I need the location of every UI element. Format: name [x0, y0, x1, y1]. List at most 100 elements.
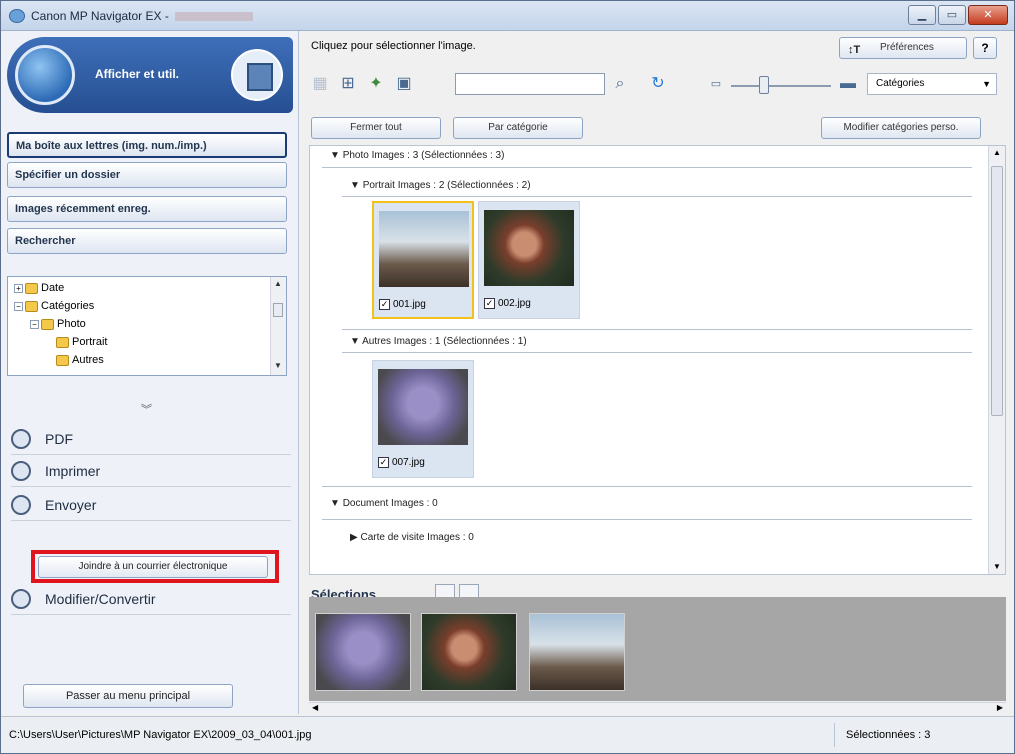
thumbnail-001[interactable]: ✓ 001.jpg: [372, 201, 474, 319]
nav-mailbox[interactable]: Ma boîte aux lettres (img. num./imp.): [7, 132, 287, 158]
tree-item-categories[interactable]: − Catégories: [14, 300, 94, 312]
tree-item-portrait[interactable]: Portrait: [56, 336, 107, 348]
sort-icon: ↕T: [848, 44, 861, 56]
tree-item-others[interactable]: Autres: [56, 354, 104, 366]
close-all-button[interactable]: Fermer tout: [311, 117, 441, 139]
category-tree: + Date − Catégories − Photo Portrait Autres…: [7, 276, 287, 376]
model-name-redacted: [174, 12, 253, 22]
window-controls: ▁ ▭ ✕: [908, 5, 1008, 25]
preferences-button[interactable]: ↕T Préférences: [839, 37, 967, 59]
tray-scrollbar[interactable]: ◀ ▶: [309, 702, 1006, 714]
scroll-down-icon[interactable]: ▼: [274, 361, 282, 370]
content-scrollbar[interactable]: ▲ ▼: [988, 146, 1005, 574]
nav-recent-images[interactable]: Images récemment enreg.: [7, 196, 287, 222]
close-button[interactable]: ✕: [968, 5, 1008, 25]
checkbox-icon[interactable]: ✓: [484, 298, 495, 309]
main-menu-button[interactable]: Passer au menu principal: [23, 684, 233, 708]
checkbox-icon[interactable]: ✓: [378, 457, 389, 468]
section-others-header[interactable]: ▼ Autres Images : 1 (Sélectionnées : 1): [350, 336, 527, 347]
thumbnail-size-slider[interactable]: [759, 76, 769, 94]
folder-icon: [25, 300, 38, 312]
edit-categories-button[interactable]: Modifier catégories perso.: [821, 117, 981, 139]
printer-icon: [11, 461, 31, 481]
action-pdf[interactable]: PDF: [11, 425, 291, 455]
divider: [322, 167, 972, 168]
instruction-text: Cliquez pour sélectionner l'image.: [311, 40, 476, 52]
divider: [342, 352, 972, 353]
maximize-button[interactable]: ▭: [938, 5, 966, 25]
nav-search[interactable]: Rechercher: [7, 228, 287, 254]
divider: [342, 329, 972, 330]
status-selected-count: Sélectionnées : 3: [846, 729, 931, 741]
divider: [322, 519, 972, 520]
right-panel: Cliquez pour sélectionner l'image. ↕T Pr…: [301, 31, 1014, 714]
action-edit-convert[interactable]: Modifier/Convertir: [11, 585, 291, 615]
image-info-icon[interactable]: ▣: [393, 73, 415, 95]
selections-tray: [309, 597, 1006, 701]
expand-icon[interactable]: +: [14, 283, 23, 293]
mail-icon: [11, 495, 31, 515]
chevron-down-icon[interactable]: ︾: [141, 401, 152, 417]
selected-007[interactable]: [315, 613, 411, 691]
left-panel: Afficher et util. Ma boîte aux lettres (…: [1, 31, 299, 714]
tree-item-photo[interactable]: − Photo: [30, 318, 86, 330]
collapse-icon[interactable]: −: [30, 319, 39, 329]
status-path: C:\Users\User\Pictures\MP Navigator EX\2…: [9, 729, 312, 741]
correct-image-icon[interactable]: ✦: [365, 73, 387, 95]
large-thumbnail-icon[interactable]: ▬: [837, 73, 859, 95]
selected-002[interactable]: [421, 613, 517, 691]
section-business-card-header[interactable]: ▶ Carte de visite Images : 0: [350, 532, 474, 543]
section-photo-header[interactable]: ▼ Photo Images : 3 (Sélectionnées : 3): [330, 150, 504, 161]
scroll-down-icon[interactable]: ▼: [993, 562, 1001, 571]
scroll-thumb[interactable]: [991, 166, 1003, 416]
tree-item-date[interactable]: + Date: [14, 282, 64, 294]
scroll-right-icon[interactable]: ▶: [997, 703, 1003, 712]
divider: [322, 486, 972, 487]
view-mode-select[interactable]: Catégories ▼: [867, 73, 997, 95]
mode-header: Afficher et util.: [7, 37, 293, 113]
status-bar: C:\Users\User\Pictures\MP Navigator EX\2…: [1, 716, 1014, 753]
scroll-up-icon[interactable]: ▲: [274, 279, 282, 288]
folder-icon: [25, 282, 38, 294]
refresh-icon[interactable]: ↻: [647, 73, 669, 95]
folder-icon: [41, 318, 54, 330]
help-button[interactable]: ?: [973, 37, 997, 59]
view-use-icon: [231, 49, 283, 101]
folder-icon: [56, 354, 69, 366]
minimize-button[interactable]: ▁: [908, 5, 936, 25]
action-send[interactable]: Envoyer: [11, 491, 291, 521]
section-document-header[interactable]: ▼ Document Images : 0: [330, 498, 438, 509]
app-window: Canon MP Navigator EX - ▁ ▭ ✕ Afficher e…: [0, 0, 1015, 754]
window-title: Canon MP Navigator EX -: [31, 9, 253, 23]
scroll-thumb[interactable]: [273, 303, 283, 317]
edit-icon: [11, 589, 31, 609]
collapse-icon[interactable]: −: [14, 301, 23, 311]
photo-couple-image: [379, 211, 469, 287]
tree-scrollbar[interactable]: ▲ ▼: [270, 277, 286, 375]
select-all-icon[interactable]: ⊞: [337, 73, 359, 95]
thumbnail-size-track[interactable]: [731, 85, 831, 87]
scroll-left-icon[interactable]: ◀: [312, 703, 318, 712]
photo-woman-image: [484, 210, 574, 286]
nav-specify-folder[interactable]: Spécifier un dossier: [7, 162, 287, 188]
photo-flowers-image: [378, 369, 468, 445]
section-portrait-header[interactable]: ▼ Portrait Images : 2 (Sélectionnées : 2…: [350, 180, 531, 191]
small-thumbnail-icon[interactable]: ▭: [705, 73, 727, 95]
thumbnail-002[interactable]: ✓ 002.jpg: [478, 201, 580, 319]
thumbnail-list: ▼ Photo Images : 3 (Sélectionnées : 3) ▼…: [309, 145, 1006, 575]
thumbnail-007[interactable]: ✓ 007.jpg: [372, 360, 474, 478]
chevron-down-icon: ▼: [982, 79, 991, 89]
selected-001[interactable]: [529, 613, 625, 691]
by-category-button[interactable]: Par catégorie: [453, 117, 583, 139]
title-bar: Canon MP Navigator EX - ▁ ▭ ✕: [1, 1, 1014, 31]
checkbox-icon[interactable]: ✓: [379, 299, 390, 310]
action-print[interactable]: Imprimer: [11, 457, 291, 487]
mode-label: Afficher et util.: [95, 67, 180, 81]
search-icon[interactable]: ⌕: [609, 73, 631, 95]
search-input[interactable]: [455, 73, 605, 95]
scroll-up-icon[interactable]: ▲: [993, 148, 1001, 157]
grid-view-icon[interactable]: ▦: [309, 73, 331, 95]
mode-switch-icon[interactable]: [15, 45, 75, 105]
folder-icon: [56, 336, 69, 348]
